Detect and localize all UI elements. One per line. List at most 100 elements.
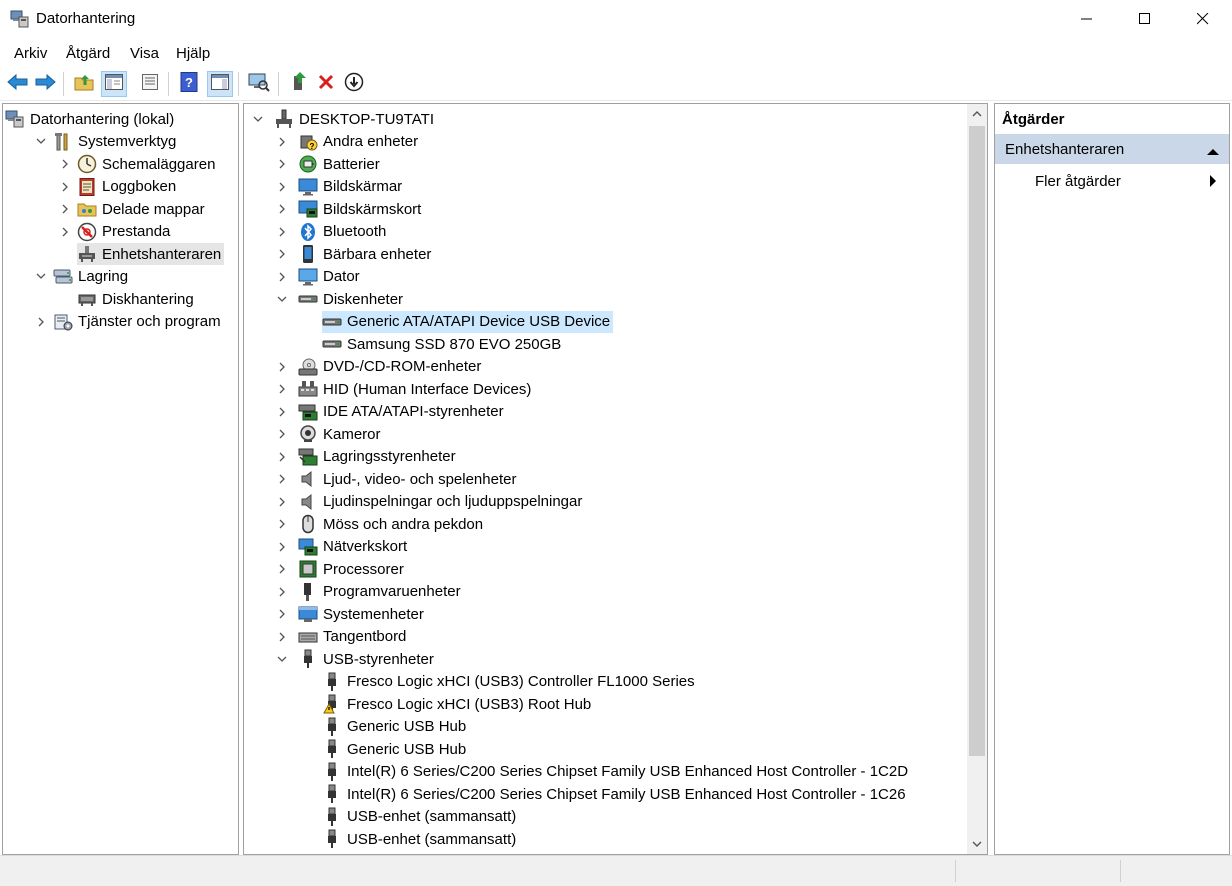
device-processorer[interactable]: Processorer (298, 558, 407, 580)
collapse-up-icon[interactable] (1207, 143, 1219, 160)
chevron-right-icon[interactable] (276, 158, 288, 170)
device-ljud-video-och-spelenheter[interactable]: Ljud-, video- och spelenheter (298, 468, 519, 490)
minimize-button[interactable] (1058, 0, 1116, 40)
device-tangentbord[interactable]: Tangentbord (298, 626, 409, 648)
device-lagringsstyrenheter[interactable]: Lagringsstyrenheter (298, 446, 459, 468)
nav-enhetshanteraren[interactable]: Enhetshanteraren (77, 243, 225, 265)
show-hide-tree-button[interactable] (101, 71, 127, 97)
device-fresco-logic-xhci-usb3-controller-fl1000-series[interactable]: Fresco Logic xHCI (USB3) Controller FL10… (322, 671, 698, 693)
device-bildskarmskort[interactable]: Bildskärmskort (298, 198, 424, 220)
chevron-right-icon[interactable] (276, 518, 288, 530)
show-action-pane-button[interactable] (207, 71, 233, 97)
chevron-down-icon[interactable] (35, 136, 47, 148)
menu-atgard[interactable]: Åtgärd (66, 45, 110, 62)
device-moss-och-andra-pekdon[interactable]: Möss och andra pekdon (298, 513, 486, 535)
chevron-right-icon[interactable] (276, 541, 288, 553)
device-usb-enhet-sammansatt[interactable]: USB-enhet (sammansatt) (322, 828, 519, 850)
nav-loggboken[interactable]: Loggboken (77, 176, 179, 198)
device-diskenheter[interactable]: Diskenheter (298, 288, 406, 310)
chevron-right-icon[interactable] (276, 181, 288, 193)
chevron-right-icon[interactable] (59, 158, 71, 170)
close-button[interactable] (1174, 0, 1232, 40)
chevron-down-icon[interactable] (276, 653, 288, 665)
chevron-right-icon[interactable] (276, 361, 288, 373)
menu-visa[interactable]: Visa (130, 45, 159, 62)
chevron-right-icon[interactable] (276, 451, 288, 463)
up-folder-button[interactable] (71, 71, 97, 97)
update-driver-button[interactable] (286, 71, 312, 97)
chevron-right-icon[interactable] (276, 473, 288, 485)
nav-lagring[interactable]: Lagring (53, 266, 131, 288)
scroll-up-arrow-icon[interactable] (967, 104, 987, 124)
device-bluetooth[interactable]: Bluetooth (298, 221, 389, 243)
chevron-right-icon[interactable] (276, 586, 288, 598)
device-systemenheter[interactable]: Systemenheter (298, 603, 427, 625)
device-kameror[interactable]: Kameror (298, 423, 384, 445)
vertical-scrollbar[interactable] (967, 104, 987, 854)
chevron-right-icon[interactable] (276, 248, 288, 260)
chevron-down-icon[interactable] (35, 271, 47, 283)
uninstall-button[interactable] (313, 71, 339, 97)
nav-tjanster-och-program[interactable]: Tjänster och program (53, 311, 224, 333)
device-andra-enheter[interactable]: ? Andra enheter (298, 131, 421, 153)
chevron-right-icon[interactable] (276, 563, 288, 575)
properties-button[interactable] (137, 71, 163, 97)
forward-button[interactable] (32, 71, 58, 97)
device-generic-ata-atapi-device-usb-device[interactable]: Generic ATA/ATAPI Device USB Device (322, 310, 614, 333)
nav-datorhantering-lokal[interactable]: Datorhantering (lokal) (5, 108, 177, 130)
device-dvd-cd-rom-enheter[interactable]: DVD-/CD-ROM-enheter (298, 356, 484, 378)
chevron-right-icon[interactable] (276, 631, 288, 643)
up-folder-icon (74, 73, 94, 95)
device-dator[interactable]: Dator (298, 266, 363, 288)
device-batterier[interactable]: Batterier (298, 153, 383, 175)
nav-prestanda[interactable]: Prestanda (77, 221, 173, 243)
device-usb-enhet-sammansatt[interactable]: USB-enhet (sammansatt) (322, 806, 519, 828)
chevron-right-icon[interactable] (35, 316, 47, 328)
scan-hardware-button[interactable] (246, 71, 272, 97)
device-intel-r-6-series-c200-series-chipset-family-usb-enhanced-host-controller-1c2d[interactable]: Intel(R) 6 Series/C200 Series Chipset Fa… (322, 761, 911, 783)
chevron-right-icon[interactable] (59, 226, 71, 238)
device-natverkskort[interactable]: Nätverkskort (298, 536, 410, 558)
scrollbar-thumb[interactable] (969, 126, 985, 756)
device-generic-usb-hub[interactable]: Generic USB Hub (322, 738, 469, 760)
chevron-right-icon[interactable] (59, 203, 71, 215)
device-bildskarmar[interactable]: Bildskärmar (298, 176, 405, 198)
device-barbara-enheter[interactable]: Bärbara enheter (298, 243, 434, 265)
back-button[interactable] (5, 71, 31, 97)
device-fresco-logic-xhci-usb3-root-hub[interactable]: Fresco Logic xHCI (USB3) Root Hub (322, 693, 594, 715)
device-hid-human-interface-devices[interactable]: HID (Human Interface Devices) (298, 378, 534, 400)
nav-systemverktyg[interactable]: Systemverktyg (53, 131, 179, 153)
disable-device-button[interactable] (341, 71, 367, 97)
chevron-right-icon[interactable] (276, 428, 288, 440)
device-programvaruenheter[interactable]: Programvaruenheter (298, 581, 464, 603)
maximize-button[interactable] (1116, 0, 1174, 40)
nav-diskhantering[interactable]: Diskhantering (77, 288, 197, 310)
nav-schemalaggaren[interactable]: Schemaläggaren (77, 153, 218, 175)
actions-section-device-manager[interactable]: Enhetshanteraren (995, 134, 1229, 164)
device-ide-ata-atapi-styrenheter[interactable]: IDE ATA/ATAPI-styrenheter (298, 401, 507, 423)
chevron-down-icon[interactable] (276, 293, 288, 305)
nav-delade-mappar[interactable]: Delade mappar (77, 198, 208, 220)
chevron-right-icon[interactable] (276, 271, 288, 283)
chevron-right-icon[interactable] (276, 496, 288, 508)
chevron-down-icon[interactable] (252, 113, 264, 125)
device-desktop-tu9tati[interactable]: DESKTOP-TU9TATI (274, 108, 437, 130)
menu-arkiv[interactable]: Arkiv (14, 45, 47, 62)
device-ljudinspelningar-och-ljuduppspelningar[interactable]: Ljudinspelningar och ljuduppspelningar (298, 491, 585, 513)
chevron-right-icon[interactable] (276, 203, 288, 215)
chevron-right-icon[interactable] (276, 226, 288, 238)
device-generic-usb-hub[interactable]: Generic USB Hub (322, 716, 469, 738)
device-usb-styrenheter[interactable]: USB-styrenheter (298, 648, 437, 670)
chevron-right-icon[interactable] (276, 136, 288, 148)
device-samsung-ssd-870-evo-250gb[interactable]: Samsung SSD 870 EVO 250GB (322, 333, 564, 355)
help-button[interactable]: ? (176, 71, 202, 97)
tree-item-label: Diskhantering (102, 290, 194, 308)
chevron-right-icon[interactable] (276, 383, 288, 395)
chevron-right-icon[interactable] (276, 608, 288, 620)
scroll-down-arrow-icon[interactable] (967, 834, 987, 854)
chevron-right-icon[interactable] (59, 181, 71, 193)
device-intel-r-6-series-c200-series-chipset-family-usb-enhanced-host-controller-1c26[interactable]: Intel(R) 6 Series/C200 Series Chipset Fa… (322, 783, 909, 805)
more-actions-item[interactable]: Fler åtgärder (995, 166, 1229, 196)
menu-hjalp[interactable]: Hjälp (176, 45, 210, 62)
chevron-right-icon[interactable] (276, 406, 288, 418)
